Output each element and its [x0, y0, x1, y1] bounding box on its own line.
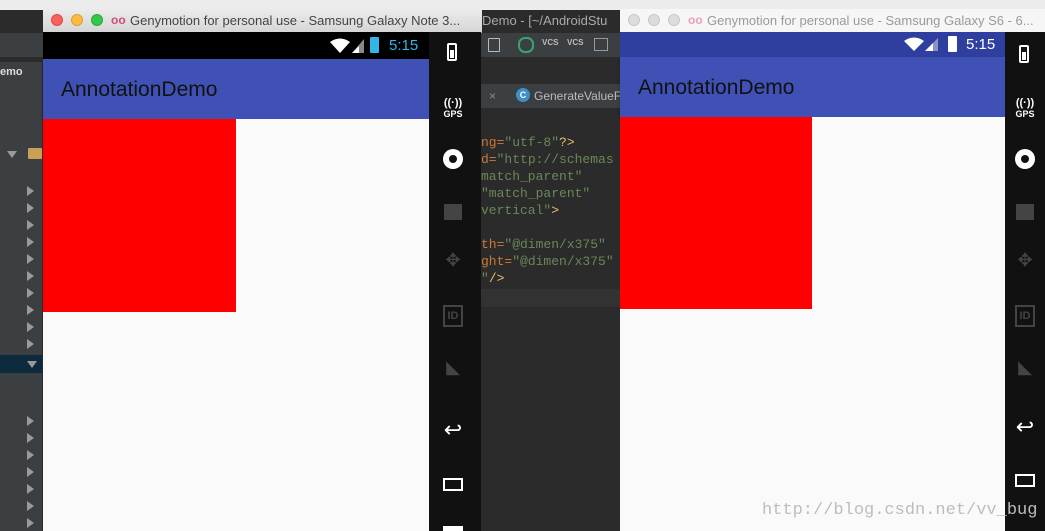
- tree-expand-icon[interactable]: [27, 361, 37, 368]
- code-line: ng="utf-8"?>: [481, 135, 575, 150]
- clapper-icon[interactable]: [1016, 204, 1034, 220]
- class-icon: C: [516, 88, 530, 102]
- status-time: 5:15: [389, 37, 419, 54]
- wifi-icon: [330, 38, 350, 53]
- window1-appbar: AnnotationDemo: [43, 59, 429, 119]
- tree-collapse-icon[interactable]: [27, 450, 34, 460]
- clapper-icon[interactable]: [444, 204, 462, 220]
- tree-selected-row[interactable]: [0, 355, 42, 373]
- id-icon[interactable]: ID: [1015, 305, 1035, 327]
- code-line: vertical">: [481, 203, 560, 218]
- tab-generatevaluefiles[interactable]: GenerateValueFi: [534, 89, 624, 103]
- tree-collapse-icon[interactable]: [27, 288, 34, 298]
- tree-collapse-icon[interactable]: [27, 237, 34, 247]
- window1-title: Genymotion for personal use - Samsung Ga…: [130, 13, 461, 28]
- dpad-icon[interactable]: ✥: [1013, 250, 1037, 271]
- close-window-button[interactable]: [51, 14, 63, 26]
- vcs-update-icon[interactable]: VCS: [542, 38, 558, 47]
- genymotion-logo-icon: oo: [688, 13, 703, 27]
- signal-icon: [925, 38, 938, 51]
- battery-status-icon: [370, 37, 379, 53]
- code-line: th="@dimen/x375": [481, 237, 606, 252]
- window2-title: Genymotion for personal use - Samsung Ga…: [707, 13, 1034, 28]
- project-label: emo: [0, 66, 23, 78]
- code-line: "match_parent": [481, 186, 591, 201]
- signal-icon: [352, 39, 364, 53]
- gps-icon[interactable]: ((·)) GPS: [439, 97, 467, 119]
- wifi-icon: [904, 37, 924, 51]
- back-icon[interactable]: ↩: [1013, 414, 1037, 440]
- folder-icon: [28, 148, 42, 159]
- tree-collapse-icon[interactable]: [27, 271, 34, 281]
- tree-collapse-icon[interactable]: [27, 203, 34, 213]
- sync-icon[interactable]: [518, 37, 534, 53]
- cast-icon[interactable]: ◣: [1015, 357, 1035, 377]
- webcam-icon[interactable]: [1015, 149, 1035, 169]
- window1-statusbar: 5:15: [43, 32, 429, 59]
- minimize-window-button[interactable]: [71, 14, 83, 26]
- red-square-view: [43, 119, 236, 312]
- device-manager-icon[interactable]: [488, 38, 500, 52]
- recent-apps-icon[interactable]: [1015, 474, 1035, 487]
- close-tab-icon[interactable]: ×: [489, 89, 496, 103]
- battery-icon[interactable]: [447, 43, 457, 61]
- window1-genymotion-toolbar: ((·)) GPS ✥ ID ◣ ↩: [429, 32, 481, 531]
- tree-collapse-icon[interactable]: [27, 501, 34, 511]
- code-line: match_parent": [481, 169, 583, 184]
- cast-icon[interactable]: ◣: [443, 357, 463, 377]
- ide-window-title: Demo - [~/AndroidStu: [482, 13, 608, 28]
- zoom-window-button[interactable]: [91, 14, 103, 26]
- tree-collapse-icon[interactable]: [27, 339, 34, 349]
- tree-expand-icon[interactable]: [7, 151, 17, 158]
- status-time: 5:15: [966, 36, 996, 53]
- gps-icon[interactable]: ((·)) GPS: [1011, 97, 1039, 119]
- window2-appbar: AnnotationDemo: [620, 57, 1005, 117]
- close-window-button[interactable]: [628, 14, 640, 26]
- recent-apps-icon[interactable]: [443, 478, 463, 491]
- battery-icon[interactable]: [1019, 45, 1029, 63]
- sdk-manager-icon[interactable]: [594, 38, 608, 51]
- code-line: "/>: [481, 271, 505, 286]
- tree-collapse-icon[interactable]: [27, 518, 34, 528]
- battery-status-icon: [948, 36, 957, 52]
- zoom-window-button[interactable]: [668, 14, 680, 26]
- tree-collapse-icon[interactable]: [27, 305, 34, 315]
- back-icon[interactable]: ↩: [441, 417, 465, 443]
- current-line-highlight: [481, 289, 620, 307]
- ide-project-breadcrumb: emo: [0, 62, 42, 82]
- tree-collapse-icon[interactable]: [27, 254, 34, 264]
- minimize-window-button[interactable]: [648, 14, 660, 26]
- tree-collapse-icon[interactable]: [27, 484, 34, 494]
- code-line: d="http://schemas: [481, 152, 614, 167]
- code-line: ght="@dimen/x375": [481, 254, 614, 269]
- id-icon[interactable]: ID: [443, 305, 463, 327]
- tree-collapse-icon[interactable]: [27, 467, 34, 477]
- tree-collapse-icon[interactable]: [27, 322, 34, 332]
- dpad-icon[interactable]: ✥: [441, 250, 465, 271]
- genymotion-logo-icon: oo: [111, 13, 126, 27]
- window2-genymotion-toolbar: ((·)) GPS ✥ ID ◣ ↩: [1005, 32, 1045, 531]
- window2-statusbar: 5:15: [620, 32, 1005, 57]
- tree-collapse-icon[interactable]: [27, 220, 34, 230]
- tree-collapse-icon[interactable]: [27, 186, 34, 196]
- watermark: http://blog.csdn.net/vv_bug: [762, 501, 1038, 520]
- vcs-commit-icon[interactable]: VCS: [567, 38, 583, 47]
- webcam-icon[interactable]: [443, 149, 463, 169]
- red-square-view: [620, 117, 812, 309]
- app-title: AnnotationDemo: [61, 78, 218, 101]
- tree-collapse-icon[interactable]: [27, 416, 34, 426]
- tree-collapse-icon[interactable]: [27, 433, 34, 443]
- home-icon[interactable]: [443, 526, 463, 531]
- ide-code-editor[interactable]: ng="utf-8"?> d="http://schemas match_par…: [481, 135, 620, 531]
- app-title: AnnotationDemo: [638, 76, 795, 99]
